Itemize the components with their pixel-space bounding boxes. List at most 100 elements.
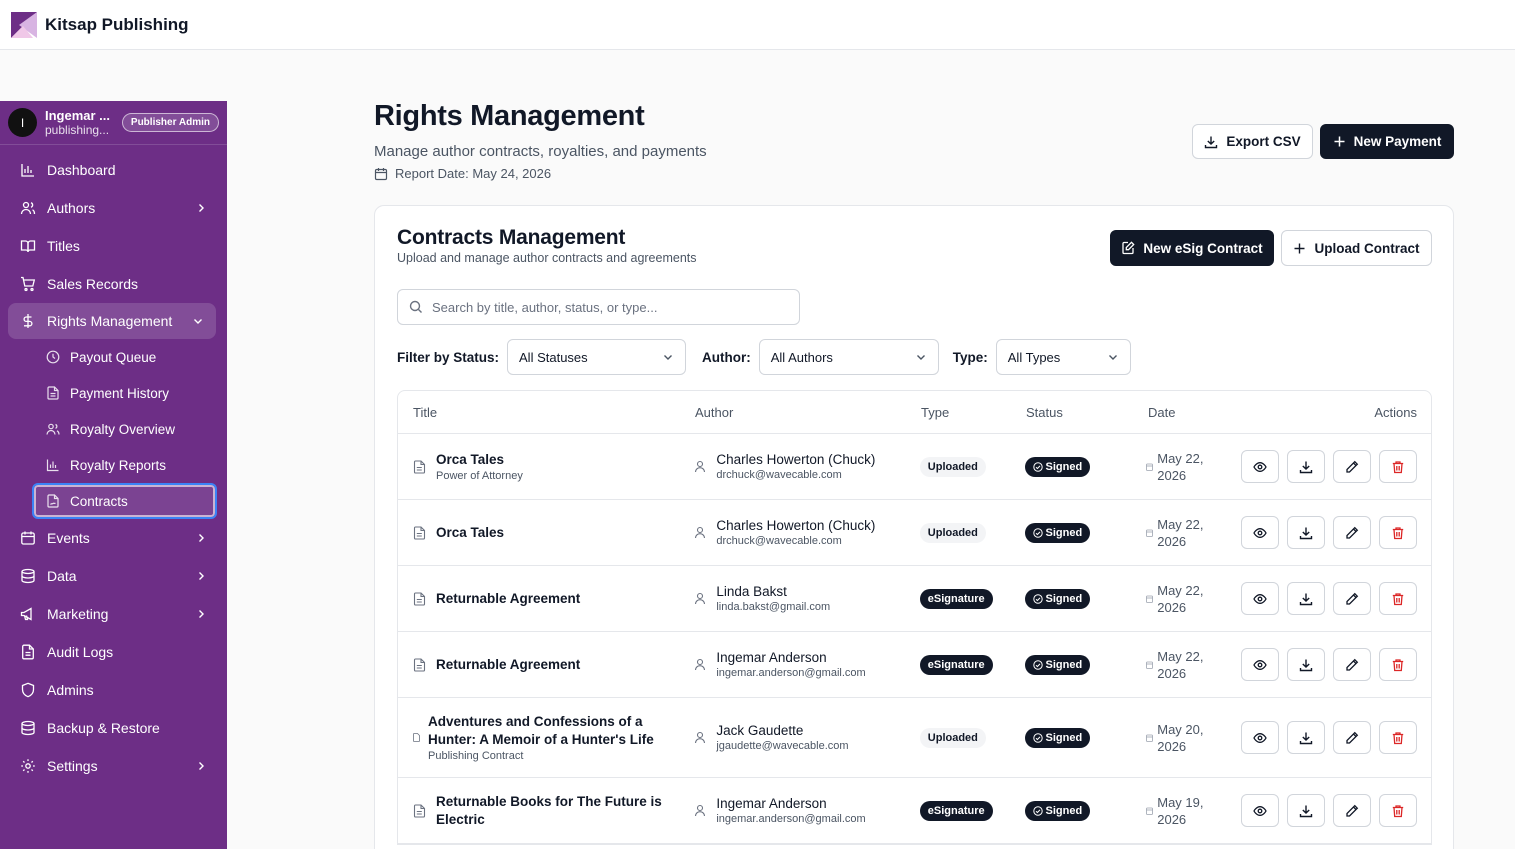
table-row[interactable]: Orca Tales Charles Howerton (Chuck) drch… xyxy=(398,500,1431,566)
sidebar-item-settings[interactable]: Settings xyxy=(0,747,227,785)
sidebar-item-titles[interactable]: Titles xyxy=(0,227,227,265)
calendar-icon xyxy=(21,531,35,545)
check-circle-icon xyxy=(1032,732,1043,743)
calendar-icon xyxy=(1146,463,1154,471)
table-row[interactable]: Returnable Agreement Linda Bakst linda.b… xyxy=(398,566,1431,632)
author-filter-label: Author: xyxy=(702,349,751,365)
table-row[interactable]: Adventures and Confessions of a Hunter: … xyxy=(398,698,1431,778)
pencil-icon xyxy=(1346,460,1359,473)
sidebar-item-data[interactable]: Data xyxy=(0,557,227,595)
upload-contract-button[interactable]: Upload Contract xyxy=(1281,230,1432,266)
download-button[interactable] xyxy=(1287,648,1325,681)
view-button[interactable] xyxy=(1241,450,1279,483)
calendar-icon xyxy=(1146,734,1154,742)
edit-button[interactable] xyxy=(1333,648,1371,681)
sidebar-item-rights-management[interactable]: Rights Management xyxy=(8,303,216,339)
author-name: Charles Howerton (Chuck) xyxy=(716,518,876,533)
brand-name[interactable]: Kitsap Publishing xyxy=(45,15,189,35)
delete-button[interactable] xyxy=(1379,450,1417,483)
type-filter-value: All Types xyxy=(1007,349,1061,365)
sidebar-item-dashboard[interactable]: Dashboard xyxy=(0,151,227,189)
sidebar-subitem-payout-queue[interactable]: Payout Queue xyxy=(0,339,227,375)
sidebar-item-audit-logs[interactable]: Audit Logs xyxy=(0,633,227,671)
sidebar-item-sales-records[interactable]: Sales Records xyxy=(0,265,227,303)
file-text-icon xyxy=(22,644,34,660)
delete-button[interactable] xyxy=(1379,582,1417,615)
search-input[interactable] xyxy=(432,299,792,315)
download-button[interactable] xyxy=(1287,794,1325,827)
view-button[interactable] xyxy=(1241,721,1279,754)
delete-button[interactable] xyxy=(1379,516,1417,549)
sidebar-subitem-royalty-reports[interactable]: Royalty Reports xyxy=(0,447,227,483)
user-icon xyxy=(695,658,706,671)
sidebar: I Ingemar ... publishing... Publisher Ad… xyxy=(0,101,227,849)
gear-icon xyxy=(21,759,35,773)
column-title[interactable]: Title xyxy=(398,405,695,420)
user-card[interactable]: I Ingemar ... publishing... Publisher Ad… xyxy=(0,101,227,145)
contract-subtitle: Power of Attorney xyxy=(436,469,523,482)
sidebar-item-marketing[interactable]: Marketing xyxy=(0,595,227,633)
new-esig-contract-button[interactable]: New eSig Contract xyxy=(1110,230,1274,266)
type-badge: Uploaded xyxy=(919,456,986,477)
author-filter-select[interactable]: All Authors xyxy=(758,339,939,375)
sidebar-subitem-contracts[interactable]: Contracts xyxy=(32,483,217,519)
sidebar-item-authors[interactable]: Authors xyxy=(0,189,227,227)
sidebar-item-label: Titles xyxy=(47,238,80,254)
filter-status-label: Filter by Status: xyxy=(397,349,500,365)
author-name: Charles Howerton (Chuck) xyxy=(716,452,876,467)
status-text: Signed xyxy=(1045,804,1083,817)
sidebar-item-admins[interactable]: Admins xyxy=(0,671,227,709)
kitsap-logo-icon[interactable] xyxy=(11,11,37,38)
table-row[interactable]: Returnable Agreement Ingemar Anderson in… xyxy=(398,632,1431,698)
status-filter-value: All Statuses xyxy=(519,349,588,365)
sidebar-subitem-payment-history[interactable]: Payment History xyxy=(0,375,227,411)
user-icon xyxy=(695,526,706,539)
table-row[interactable]: Orca Tales Power of Attorney Charles How… xyxy=(398,434,1431,500)
bar-chart-icon xyxy=(46,459,59,472)
edit-button[interactable] xyxy=(1333,582,1371,615)
export-csv-button[interactable]: Export CSV xyxy=(1192,124,1313,159)
sidebar-item-label: Backup & Restore xyxy=(47,720,160,736)
file-text-icon xyxy=(47,386,59,400)
type-filter-select[interactable]: All Types xyxy=(995,339,1131,375)
clock-icon xyxy=(46,350,60,364)
edit-button[interactable] xyxy=(1333,721,1371,754)
table-row[interactable]: Returnable Books for The Future is Elect… xyxy=(398,778,1431,844)
file-signature-icon xyxy=(47,494,59,508)
sidebar-item-events[interactable]: Events xyxy=(0,519,227,557)
view-button[interactable] xyxy=(1241,648,1279,681)
status-filter-select[interactable]: All Statuses xyxy=(507,339,687,375)
download-button[interactable] xyxy=(1287,450,1325,483)
trash-icon xyxy=(1392,526,1404,539)
new-payment-button[interactable]: New Payment xyxy=(1320,124,1454,159)
column-date[interactable]: Date xyxy=(1148,405,1243,420)
download-button[interactable] xyxy=(1287,721,1325,754)
edit-button[interactable] xyxy=(1333,516,1371,549)
view-button[interactable] xyxy=(1241,516,1279,549)
report-date: Report Date: May 24, 2026 xyxy=(374,166,551,181)
column-status[interactable]: Status xyxy=(1026,405,1148,420)
date-line-2: 2026 xyxy=(1157,467,1187,483)
file-text-icon xyxy=(413,525,426,540)
chevron-down-icon xyxy=(1108,355,1117,360)
file-text-icon xyxy=(413,657,426,672)
sidebar-subitem-royalty-overview[interactable]: Royalty Overview xyxy=(0,411,227,447)
eye-icon xyxy=(1253,659,1267,670)
edit-button[interactable] xyxy=(1333,450,1371,483)
users-icon xyxy=(20,201,36,215)
edit-button[interactable] xyxy=(1333,794,1371,827)
contract-title-line-2: Electric xyxy=(436,811,485,827)
download-icon xyxy=(1205,136,1218,148)
sidebar-item-backup-restore[interactable]: Backup & Restore xyxy=(0,709,227,747)
download-button[interactable] xyxy=(1287,582,1325,615)
plus-icon xyxy=(1334,136,1345,147)
delete-button[interactable] xyxy=(1379,648,1417,681)
view-button[interactable] xyxy=(1241,794,1279,827)
view-button[interactable] xyxy=(1241,582,1279,615)
download-button[interactable] xyxy=(1287,516,1325,549)
column-type[interactable]: Type xyxy=(921,405,1026,420)
sidebar-subitem-label: Payout Queue xyxy=(70,349,157,365)
delete-button[interactable] xyxy=(1379,721,1417,754)
delete-button[interactable] xyxy=(1379,794,1417,827)
column-author[interactable]: Author xyxy=(695,405,921,420)
